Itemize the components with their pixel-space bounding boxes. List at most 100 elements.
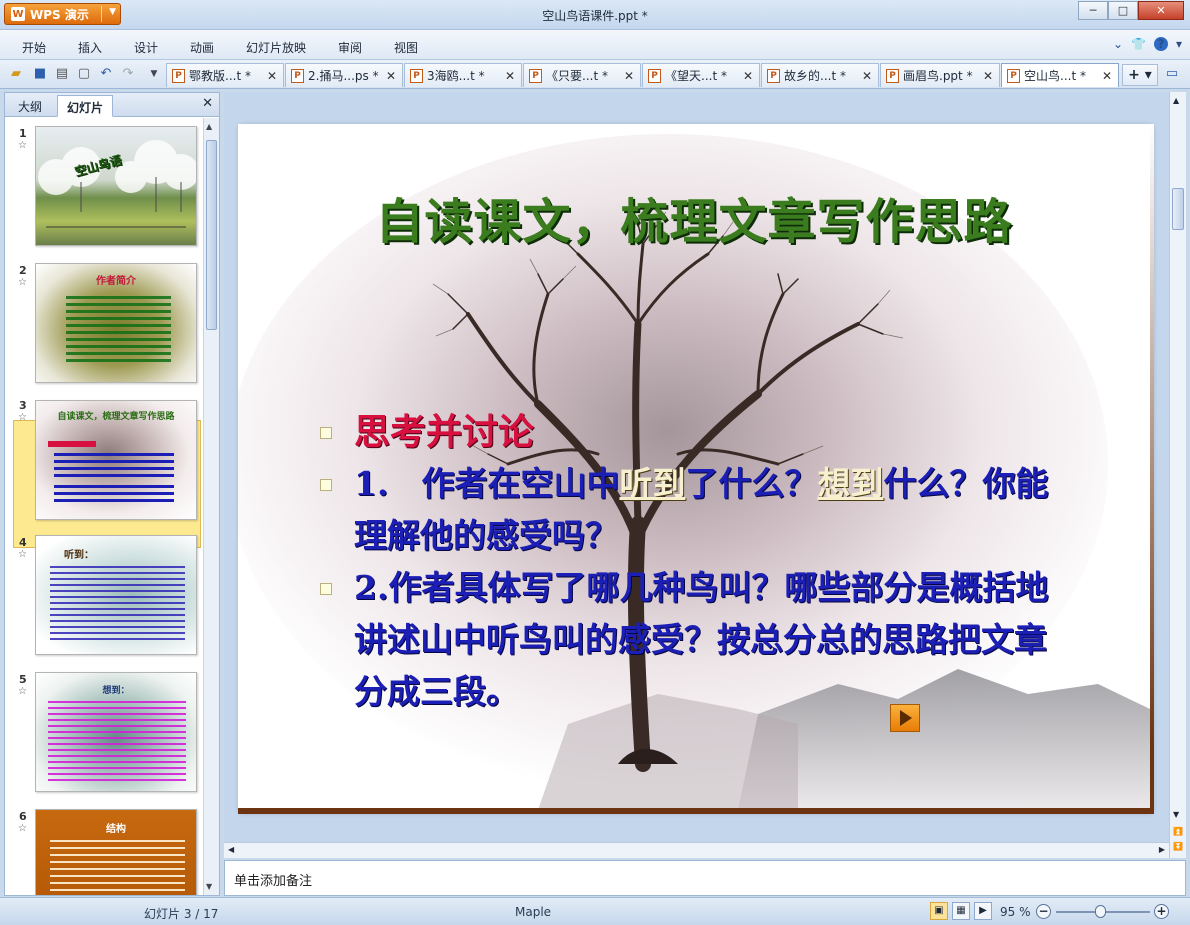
notes-placeholder: 单击添加备注 xyxy=(234,874,313,889)
undo-icon[interactable]: ↶ xyxy=(98,66,114,82)
menu-animation[interactable]: 动画 xyxy=(190,39,214,56)
doc-tab[interactable]: P 《只要...t * ✕ xyxy=(523,63,641,87)
minimize-button[interactable]: ─ xyxy=(1078,1,1108,20)
slide-vertical-scrollbar[interactable]: ▲ ▼ ⏫ ⏬ xyxy=(1169,92,1186,858)
help-dropdown-icon[interactable]: ▾ xyxy=(1176,37,1182,51)
slide-bottom-border xyxy=(238,808,1150,814)
scroll-right-icon[interactable]: ▶ xyxy=(1159,845,1165,854)
menu-insert[interactable]: 插入 xyxy=(78,39,102,56)
doc-tab[interactable]: P 故乡的...t * ✕ xyxy=(761,63,879,87)
slide-thumbnail-5[interactable]: 想到： xyxy=(35,672,197,792)
tab-label: 空山鸟...t * xyxy=(1024,69,1086,83)
doc-tab[interactable]: P 2.捅马...ps * ✕ xyxy=(285,63,403,87)
tab-label: 鄂教版...t * xyxy=(189,69,251,83)
new-tab-button[interactable]: + ▾ xyxy=(1122,64,1158,86)
menu-view[interactable]: 视图 xyxy=(394,39,418,56)
thumb-title: 作者简介 xyxy=(96,276,136,287)
slides-panel: 大纲 幻灯片 ✕ 1 ☆ 空山鸟语 2 ☆ 作者简介 3 ☆ 自读课文，梳理文章… xyxy=(4,92,220,896)
maximize-button[interactable]: □ xyxy=(1108,1,1138,20)
slide-animation-icon: ☆ xyxy=(18,412,27,423)
slide-thumbnail-4[interactable]: 听到： xyxy=(35,535,197,655)
menu-slideshow[interactable]: 幻灯片放映 xyxy=(246,39,306,56)
tab-close-icon[interactable]: ✕ xyxy=(267,69,277,83)
scroll-up-icon[interactable]: ▲ xyxy=(206,122,212,131)
slide-sorter-icon[interactable]: ▦ xyxy=(952,902,970,920)
zoom-slider-knob[interactable] xyxy=(1095,905,1106,918)
zoom-out-icon[interactable]: − xyxy=(1036,904,1051,919)
q1-text-a: 1. 作者在空山中 xyxy=(354,464,620,503)
slide-number: 1 xyxy=(19,127,27,140)
panel-close-icon[interactable]: ✕ xyxy=(202,96,213,111)
tab-label: 故乡的...t * xyxy=(784,69,846,83)
scroll-down-icon[interactable]: ▼ xyxy=(1173,810,1179,819)
thumbnail-list: 1 ☆ 空山鸟语 2 ☆ 作者简介 3 ☆ 自读课文，梳理文章写作思路 4 ☆ … xyxy=(5,118,203,895)
tab-close-icon[interactable]: ✕ xyxy=(624,69,634,83)
open-folder-icon[interactable]: ▰ xyxy=(8,66,24,82)
collapse-ribbon-icon[interactable]: ⌄ xyxy=(1113,37,1123,51)
print-icon[interactable]: ▤ xyxy=(54,66,70,82)
slide-horizontal-scrollbar[interactable]: ◀ ▶ xyxy=(224,842,1169,858)
customize-toolbar-icon[interactable]: ▼ xyxy=(146,66,162,82)
redo-icon[interactable]: ↷ xyxy=(120,66,136,82)
tab-close-icon[interactable]: ✕ xyxy=(983,69,993,83)
app-menu-button[interactable]: W WPS 演示 ▼ xyxy=(4,3,121,25)
slide-thumbnail-1[interactable]: 空山鸟语 xyxy=(35,126,197,246)
status-bar: 幻灯片 3 / 17 Maple ▣ ▦ ▶ 95 % − + xyxy=(0,897,1190,925)
scroll-down-icon[interactable]: ▼ xyxy=(206,882,212,891)
thumb-title: 自读课文，梳理文章写作思路 xyxy=(57,412,175,422)
ppt-file-icon: P xyxy=(529,68,542,83)
slide-title[interactable]: 自读课文，梳理文章写作思路 xyxy=(238,182,1150,252)
save-icon[interactable]: ■ xyxy=(32,66,48,82)
zoom-in-icon[interactable]: + xyxy=(1154,904,1169,919)
slide-number: 3 xyxy=(19,399,27,412)
heading-text: 思考并讨论 xyxy=(354,411,535,453)
previous-slide-icon[interactable]: ⏫ xyxy=(1173,827,1183,836)
help-icon[interactable]: ? xyxy=(1153,37,1168,51)
doc-tab[interactable]: P 3海鸥...t * ✕ xyxy=(404,63,522,87)
next-slide-icon[interactable]: ⏬ xyxy=(1173,842,1183,851)
slide-thumbnail-6[interactable]: 结构 xyxy=(35,809,197,895)
bullet-question-2: 2.作者具体写了哪几种鸟叫？哪些部分是概括地讲述山中听鸟叫的感受？按总分总的思路… xyxy=(314,562,1074,718)
menu-design[interactable]: 设计 xyxy=(134,39,158,56)
tab-close-icon[interactable]: ✕ xyxy=(743,69,753,83)
tab-close-icon[interactable]: ✕ xyxy=(386,69,396,83)
ppt-file-icon: P xyxy=(767,68,780,83)
window-layout-icon[interactable]: ▭ xyxy=(1164,66,1180,82)
ppt-file-icon: P xyxy=(1007,68,1020,83)
scroll-left-icon[interactable]: ◀ xyxy=(228,845,234,854)
menu-review[interactable]: 审阅 xyxy=(338,39,362,56)
slide-animation-icon: ☆ xyxy=(18,686,27,697)
doc-tab-active[interactable]: P 空山鸟...t * ✕ xyxy=(1001,63,1119,87)
doc-tab[interactable]: P 鄂教版...t * ✕ xyxy=(166,63,284,87)
tab-close-icon[interactable]: ✕ xyxy=(1102,69,1112,83)
tab-slides[interactable]: 幻灯片 xyxy=(57,95,114,117)
doc-tab[interactable]: P 《望天...t * ✕ xyxy=(642,63,760,87)
slide-animation-icon: ☆ xyxy=(18,277,27,288)
winter-trees-image xyxy=(38,140,196,228)
normal-view-icon[interactable]: ▣ xyxy=(930,902,948,920)
scroll-up-icon[interactable]: ▲ xyxy=(1173,96,1179,105)
print-preview-icon[interactable]: ▢ xyxy=(76,66,92,82)
menu-home[interactable]: 开始 xyxy=(22,39,46,56)
doc-tab[interactable]: P 画眉鸟.ppt * ✕ xyxy=(880,63,1000,87)
slideshow-view-icon[interactable]: ▶ xyxy=(974,902,992,920)
skin-icon[interactable]: 👕 xyxy=(1131,37,1146,51)
bullet-square-icon xyxy=(320,583,332,595)
notes-pane[interactable]: 单击添加备注 xyxy=(224,860,1186,896)
slide-body-text[interactable]: 思考并讨论 1. 作者在空山中听到了什么？想到什么？你能理解他的感受吗？ 2.作… xyxy=(314,406,1074,718)
q2-text: 2.作者具体写了哪几种鸟叫？哪些部分是概括地讲述山中听鸟叫的感受？按总分总的思路… xyxy=(354,568,1049,711)
tab-close-icon[interactable]: ✕ xyxy=(505,69,515,83)
action-play-button[interactable] xyxy=(890,704,920,732)
tab-outline[interactable]: 大纲 xyxy=(9,95,51,117)
app-label: WPS 演示 xyxy=(30,7,89,22)
current-slide[interactable]: 自读课文，梳理文章写作思路 思考并讨论 1. 作者在空山中听到了什么？想到什么？… xyxy=(238,124,1150,810)
slide-right-border xyxy=(1150,124,1154,814)
close-button[interactable]: ✕ xyxy=(1138,1,1184,20)
slide-thumbnail-3[interactable]: 自读课文，梳理文章写作思路 xyxy=(35,400,197,520)
slide-number: 2 xyxy=(19,264,27,277)
tab-close-icon[interactable]: ✕ xyxy=(862,69,872,83)
slide-number: 5 xyxy=(19,673,27,686)
thumbnail-scrollbar[interactable]: ▲ ▼ xyxy=(203,118,219,895)
slide-edit-area: 自读课文，梳理文章写作思路 思考并讨论 1. 作者在空山中听到了什么？想到什么？… xyxy=(224,92,1186,858)
slide-thumbnail-2[interactable]: 作者简介 xyxy=(35,263,197,383)
